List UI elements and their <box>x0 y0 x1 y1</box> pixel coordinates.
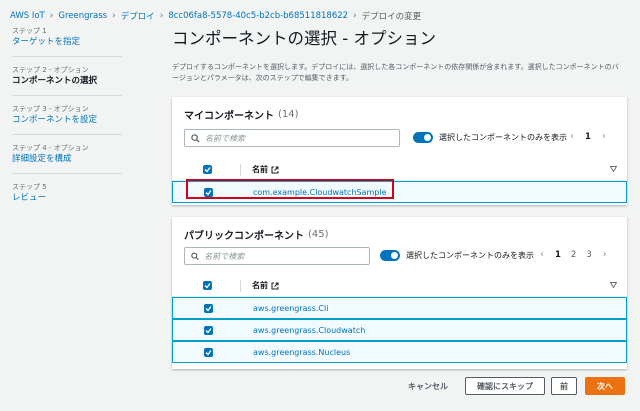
step-divider <box>12 95 122 96</box>
breadcrumb-deployment-id[interactable]: 8cc06fa8-5578-40c5-b2cb-b68511818622 <box>168 11 348 21</box>
pagination: ‹ 1 › <box>564 131 612 142</box>
column-header-name[interactable]: 名前 <box>252 164 279 175</box>
breadcrumb-greengrass[interactable]: Greengrass <box>58 11 107 21</box>
table-row[interactable]: aws.greengrass.Cloudwatch <box>172 319 627 341</box>
public-components-panel: パブリックコンポーネント (45) 選択したコンポーネントのみを表示 ‹ 1 2… <box>172 217 627 369</box>
table-header: 名前 <box>172 159 627 181</box>
pagination: ‹ 1 2 3 › <box>534 249 613 260</box>
search-icon <box>191 252 199 260</box>
table-header: 名前 <box>172 275 627 297</box>
chevron-right-icon: › <box>49 11 54 21</box>
table-row[interactable]: aws.greengrass.Cli <box>172 297 627 319</box>
caret-down-icon[interactable] <box>610 282 617 288</box>
select-all-checkbox[interactable] <box>203 165 212 174</box>
row-checkbox[interactable] <box>204 348 213 357</box>
next-button[interactable]: 次へ <box>585 377 625 395</box>
search-box <box>184 247 370 265</box>
selected-only-toggle-group: 選択したコンポーネントのみを表示 <box>380 250 534 261</box>
table-row[interactable]: aws.greengrass.Nucleus <box>172 341 627 363</box>
panel-count: (14) <box>278 108 299 120</box>
step-number: ステップ 1 <box>12 27 47 35</box>
main-content: コンポーネントの選択 - オプション デプロイするコンポーネントを選択します。デ… <box>172 26 632 84</box>
breadcrumb-current: デプロイの変更 <box>361 12 422 22</box>
step-divider <box>12 134 122 135</box>
search-input[interactable] <box>204 251 369 261</box>
step-current-select-components: コンポーネントの選択 <box>12 76 98 86</box>
step-link-advanced[interactable]: 詳細設定を構成 <box>12 153 130 165</box>
page-title: コンポーネントの選択 - オプション <box>172 29 436 48</box>
chevron-right-icon: › <box>353 11 357 21</box>
toggle-label: 選択したコンポーネントのみを表示 <box>439 133 567 142</box>
chevron-right-icon[interactable]: › <box>596 131 612 142</box>
search-icon <box>191 133 200 143</box>
step-divider <box>12 173 122 174</box>
step-2: ステップ 2 - オプション コンポーネントの選択 <box>0 65 130 87</box>
filter-row: 選択したコンポーネントのみを表示 ‹ 1 › <box>172 127 627 151</box>
annotation-highlight-box <box>186 179 394 199</box>
column-divider <box>240 280 241 292</box>
chevron-right-icon: › <box>112 11 116 21</box>
chevron-right-icon[interactable]: › <box>597 249 613 260</box>
step-4: ステップ 4 - オプション 詳細設定を構成 <box>0 143 130 165</box>
step-link-target[interactable]: ターゲットを指定 <box>12 36 130 48</box>
row-checkbox[interactable] <box>204 304 213 313</box>
selected-only-toggle[interactable] <box>380 250 400 261</box>
page-description: デプロイするコンポーネントを選択します。デプロイには、選択した各コンポーネントの… <box>172 63 619 82</box>
step-number: ステップ 2 - オプション <box>12 66 89 74</box>
panel-header: パブリックコンポーネント (45) <box>172 217 627 243</box>
wizard-steps: ステップ 1 ターゲットを指定 ステップ 2 - オプション コンポーネントの選… <box>0 26 130 204</box>
selected-only-toggle[interactable] <box>413 132 433 143</box>
step-number: ステップ 5 <box>12 183 47 191</box>
panel-title: パブリックコンポーネント <box>184 230 304 242</box>
page-3[interactable]: 3 <box>581 250 596 260</box>
chevron-right-icon: › <box>159 11 164 21</box>
caret-down-icon[interactable] <box>610 166 617 172</box>
column-header-label: 名前 <box>252 165 268 174</box>
step-3: ステップ 3 - オプション コンポーネントを設定 <box>0 104 130 126</box>
step-number: ステップ 3 - オプション <box>12 105 89 113</box>
step-divider <box>12 56 122 57</box>
search-box <box>184 129 400 147</box>
panel-title: マイコンポーネント <box>184 110 274 122</box>
external-link-icon <box>271 282 279 289</box>
step-link-configure[interactable]: コンポーネントを設定 <box>12 114 130 126</box>
select-all-checkbox[interactable] <box>203 281 212 290</box>
page-1[interactable]: 1 <box>580 132 596 142</box>
column-header-name[interactable]: 名前 <box>252 280 279 291</box>
breadcrumb-deployments[interactable]: デプロイ <box>121 10 155 22</box>
previous-button[interactable]: 前 <box>551 377 577 395</box>
step-link-review[interactable]: レビュー <box>12 192 130 204</box>
row-checkbox[interactable] <box>204 326 213 335</box>
column-header-label: 名前 <box>252 281 268 290</box>
page-2[interactable]: 2 <box>566 250 581 260</box>
breadcrumb-aws-iot[interactable]: AWS IoT <box>10 11 45 21</box>
chevron-left-icon[interactable]: ‹ <box>564 131 580 142</box>
toggle-label: 選択したコンポーネントのみを表示 <box>406 251 534 260</box>
component-name-link[interactable]: aws.greengrass.Cli <box>253 304 328 313</box>
component-name-link[interactable]: aws.greengrass.Cloudwatch <box>253 326 365 335</box>
panel-header: マイコンポーネント (14) <box>172 97 627 123</box>
filter-row: 選択したコンポーネントのみを表示 ‹ 1 2 3 › <box>172 245 627 269</box>
search-input[interactable] <box>205 133 385 143</box>
chevron-left-icon[interactable]: ‹ <box>534 249 550 260</box>
wizard-footer: キャンセル 確認にスキップ 前 次へ <box>0 377 640 397</box>
selected-only-toggle-group: 選択したコンポーネントのみを表示 <box>413 132 567 143</box>
component-name-link[interactable]: aws.greengrass.Nucleus <box>253 348 350 357</box>
skip-to-review-button[interactable]: 確認にスキップ <box>465 377 545 395</box>
column-divider <box>240 164 241 176</box>
external-link-icon <box>271 166 279 173</box>
step-number: ステップ 4 - オプション <box>12 144 89 152</box>
step-5: ステップ 5 レビュー <box>0 182 130 204</box>
panel-count: (45) <box>308 228 329 240</box>
page-1[interactable]: 1 <box>550 250 566 260</box>
breadcrumb: AWS IoT › Greengrass › デプロイ › 8cc06fa8-5… <box>10 9 421 23</box>
cancel-button[interactable]: キャンセル <box>400 377 456 395</box>
step-1: ステップ 1 ターゲットを指定 <box>0 26 130 48</box>
